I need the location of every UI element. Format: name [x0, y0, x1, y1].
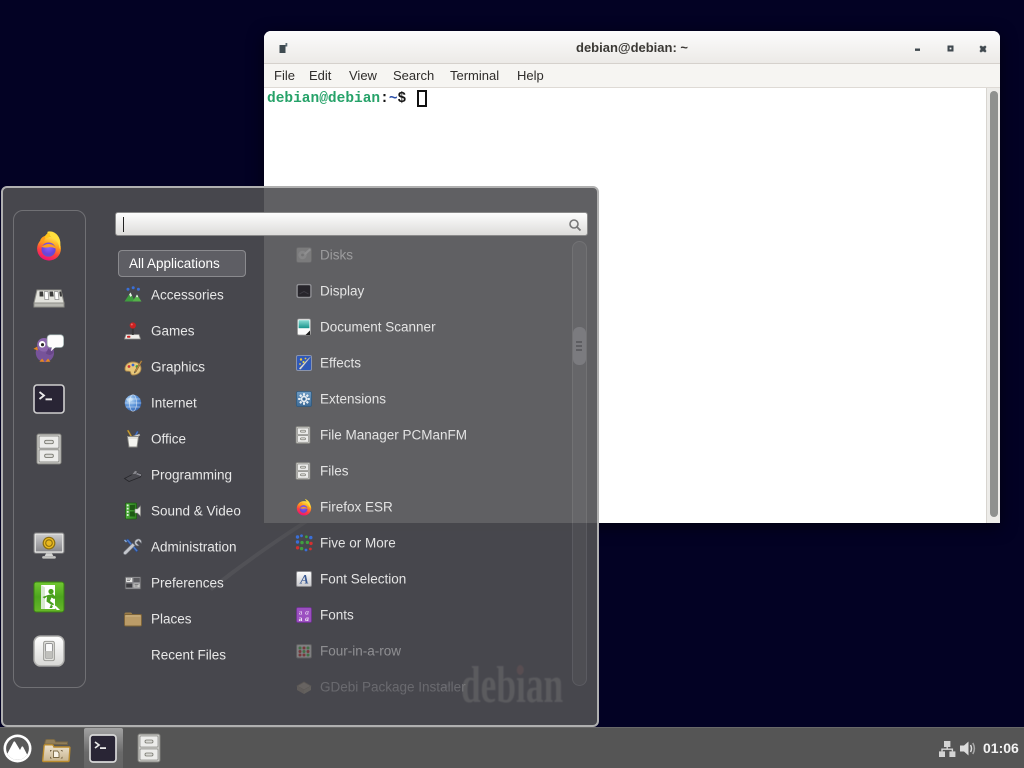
svg-text:A: A	[299, 572, 309, 587]
svg-text:a: a	[305, 614, 309, 623]
svg-text:a: a	[299, 614, 303, 623]
